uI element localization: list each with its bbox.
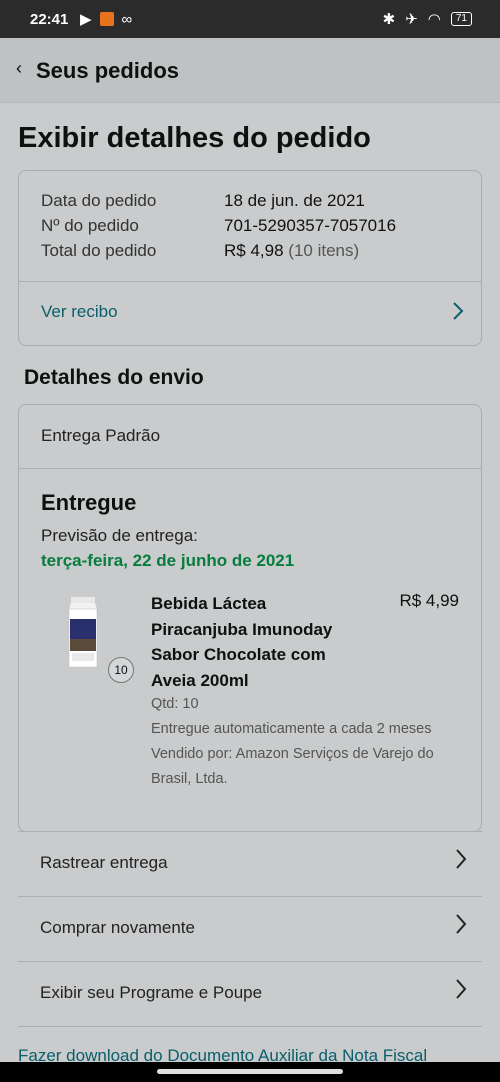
back-link[interactable]: Seus pedidos: [36, 58, 179, 84]
shipping-card: Entrega Padrão Entregue Previsão de entr…: [18, 404, 482, 832]
page-title: Exibir detalhes do pedido: [18, 122, 371, 154]
top-nav-bar: ‹ Seus pedidos: [0, 38, 500, 103]
chevron-right-icon: [456, 849, 467, 869]
home-gesture-pill[interactable]: [157, 1069, 343, 1074]
subscribe-save-label: Exibir seu Programe e Poupe: [40, 983, 263, 1002]
play-store-icon: ▶: [80, 11, 92, 28]
chevron-right-icon[interactable]: [451, 301, 465, 321]
order-info-card: Data do pedido 18 de jun. de 2021 Nº do …: [18, 170, 482, 346]
status-time: 22:41: [30, 11, 69, 28]
delivery-forecast-date: terça-feira, 22 de junho de 2021: [41, 551, 295, 570]
order-date-value: 18 de jun. de 2021: [224, 191, 365, 210]
system-nav-bar: [0, 1062, 500, 1082]
divider: [18, 1026, 482, 1027]
status-bar: 22:41 ▶ ∞ ✱ ✈ ◠ 71: [0, 0, 500, 38]
buy-again-row[interactable]: Comprar novamente: [18, 896, 482, 961]
wifi-icon: ◠: [427, 11, 441, 28]
order-total-amount: R$ 4,98: [224, 241, 284, 260]
order-number-value: 701-5290357-7057016: [224, 216, 397, 235]
battery-icon: 71: [450, 12, 472, 26]
product-name[interactable]: Bebida Láctea Piracanjuba Imunoday Sabor…: [151, 591, 351, 693]
order-total-items: (10 itens): [288, 241, 360, 260]
chevron-right-icon: [456, 914, 467, 934]
track-delivery-row[interactable]: Rastrear entrega: [18, 831, 482, 896]
order-total-label: Total do pedido: [41, 241, 157, 260]
airplane-icon: ✈: [405, 11, 418, 28]
order-date-label: Data do pedido: [41, 191, 157, 210]
delivery-status: Entregue: [41, 490, 137, 515]
delivery-forecast-label: Previsão de entrega:: [41, 526, 198, 545]
divider: [19, 468, 481, 469]
product-price: R$ 4,99: [399, 591, 459, 610]
track-delivery-label: Rastrear entrega: [40, 853, 168, 872]
shipping-method: Entrega Padrão: [41, 426, 161, 445]
bluetooth-icon: ✱: [382, 11, 396, 28]
product-quantity: Qtd: 10: [151, 696, 199, 712]
shipping-section-title: Detalhes do envio: [24, 366, 204, 389]
subscribe-save-row[interactable]: Exibir seu Programe e Poupe: [18, 961, 482, 1026]
chevron-right-icon: [456, 979, 467, 999]
order-number-label: Nº do pedido: [41, 216, 139, 235]
back-chevron-icon[interactable]: ‹: [16, 58, 22, 79]
subscription-note: Entregue automaticamente a cada 2 meses: [151, 721, 432, 737]
voicemail-icon: ∞: [121, 10, 133, 28]
app-notification-icon: [99, 12, 114, 26]
seller-info: Vendido por: Amazon Serviços de Varejo d…: [151, 746, 434, 787]
divider: [19, 281, 481, 282]
view-receipt-link[interactable]: Ver recibo: [41, 302, 118, 322]
buy-again-label: Comprar novamente: [40, 918, 195, 937]
order-total-value: R$ 4,98 (10 itens): [224, 241, 359, 261]
quantity-badge: 10: [108, 657, 134, 683]
